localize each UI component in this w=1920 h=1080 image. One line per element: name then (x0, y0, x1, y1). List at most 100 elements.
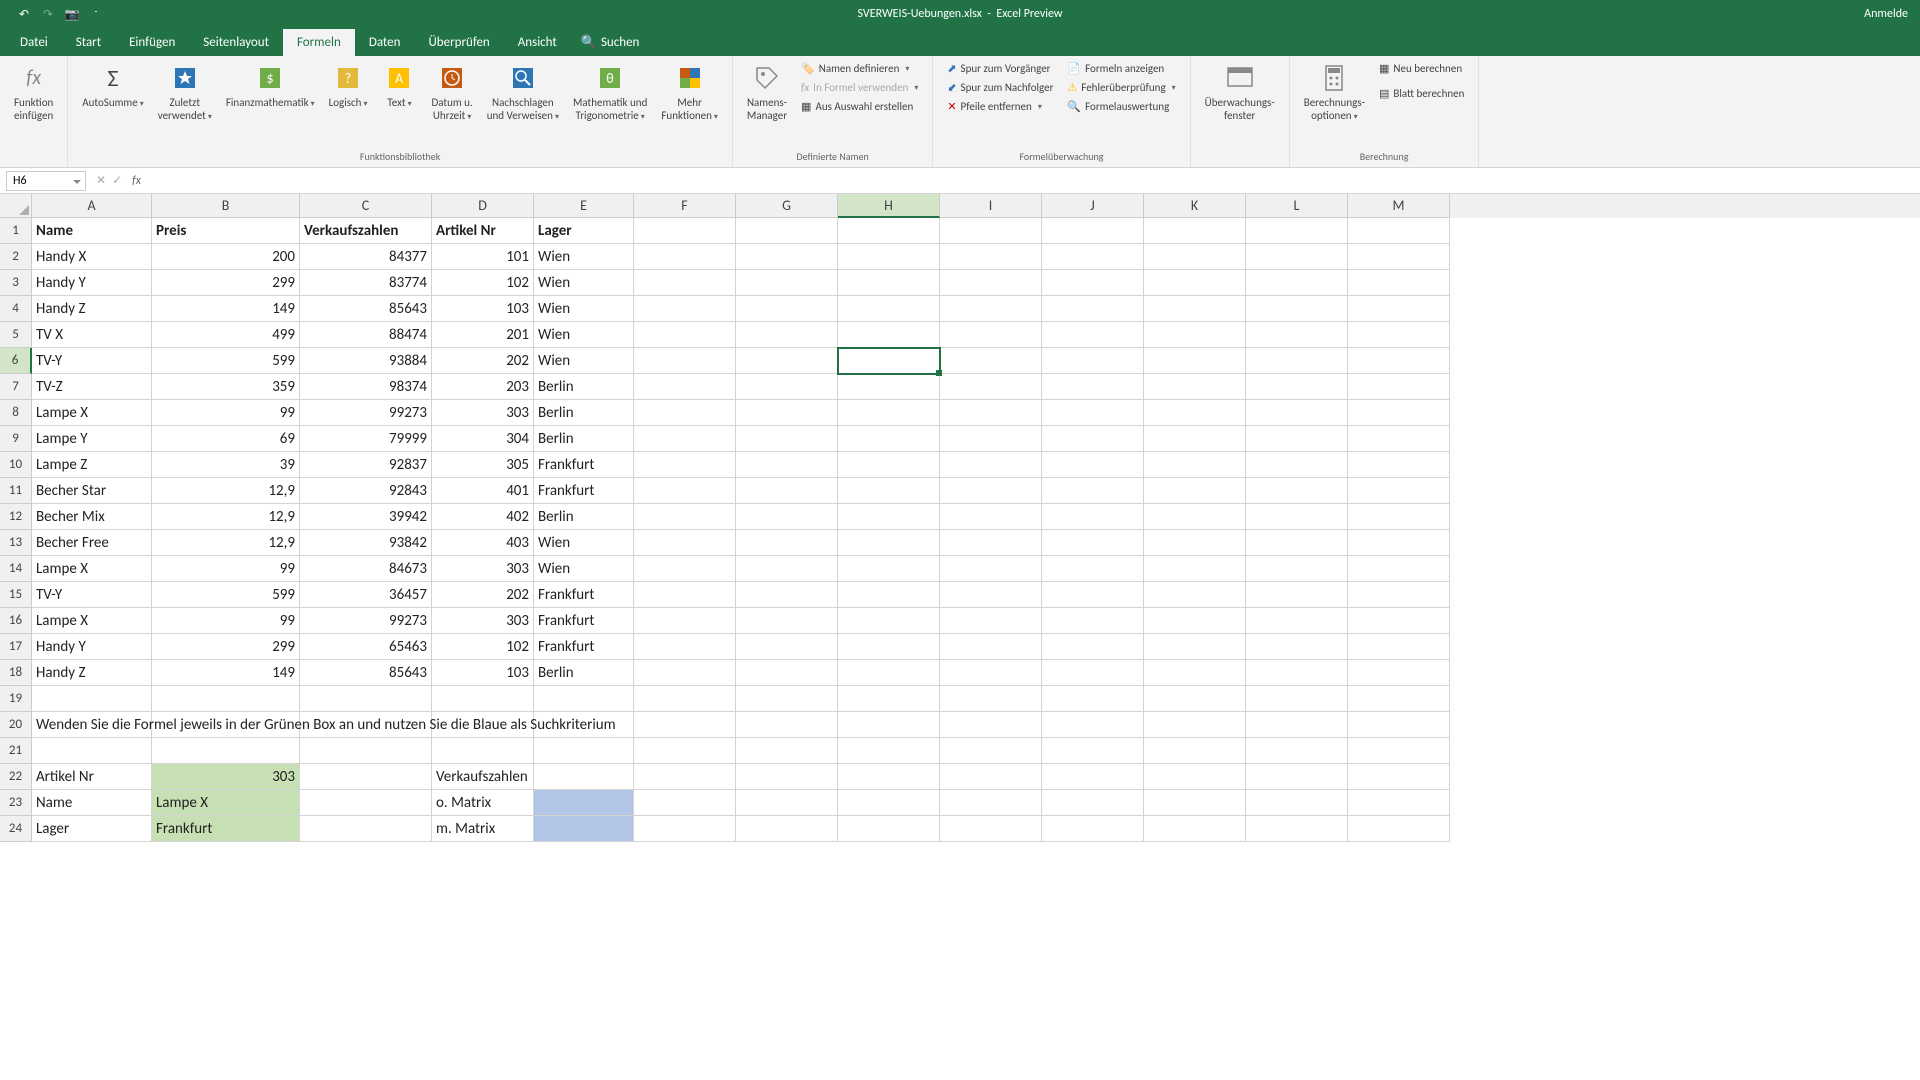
cell[interactable] (1144, 712, 1246, 738)
cell[interactable]: 83774 (300, 270, 432, 296)
cell[interactable] (940, 608, 1042, 634)
cell[interactable] (838, 790, 940, 816)
cell[interactable] (838, 296, 940, 322)
cell[interactable]: Berlin (534, 426, 634, 452)
cell[interactable] (1144, 738, 1246, 764)
cell[interactable] (634, 504, 736, 530)
cell[interactable] (1348, 374, 1450, 400)
cell[interactable]: Wien (534, 530, 634, 556)
select-all-corner[interactable] (0, 194, 32, 218)
name-box[interactable]: H6 (6, 171, 86, 191)
cell[interactable]: Lampe X (152, 790, 300, 816)
cell[interactable] (1042, 348, 1144, 374)
row-header[interactable]: 2 (0, 244, 32, 270)
cell[interactable] (1348, 244, 1450, 270)
tab-daten[interactable]: Daten (355, 29, 415, 56)
autosum-button[interactable]: Σ AutoSumme▾ (78, 60, 147, 112)
cell[interactable]: Lampe X (32, 400, 152, 426)
cell[interactable] (838, 426, 940, 452)
cell[interactable]: Frankfurt (534, 452, 634, 478)
row-header[interactable]: 21 (0, 738, 32, 764)
cell[interactable] (736, 634, 838, 660)
cell[interactable]: 403 (432, 530, 534, 556)
cell[interactable] (736, 660, 838, 686)
cell[interactable] (940, 426, 1042, 452)
cell[interactable] (940, 244, 1042, 270)
cell[interactable] (634, 634, 736, 660)
fx-label-icon[interactable]: fx (132, 174, 147, 188)
formula-input[interactable] (147, 171, 1920, 191)
cell[interactable] (736, 816, 838, 842)
cell[interactable]: Handy X (32, 244, 152, 270)
cell[interactable] (1348, 712, 1450, 738)
cell[interactable] (838, 556, 940, 582)
cell[interactable] (1348, 530, 1450, 556)
cell[interactable] (1042, 582, 1144, 608)
cell[interactable] (1348, 738, 1450, 764)
cell[interactable] (1246, 218, 1348, 244)
cell[interactable]: Preis (152, 218, 300, 244)
cell[interactable] (634, 660, 736, 686)
cell[interactable] (736, 556, 838, 582)
cell[interactable]: Artikel Nr (32, 764, 152, 790)
cell[interactable]: TV-Y (32, 348, 152, 374)
cell[interactable] (736, 244, 838, 270)
cell[interactable] (736, 478, 838, 504)
cell[interactable] (1144, 426, 1246, 452)
cell[interactable] (1348, 322, 1450, 348)
cell[interactable]: Name (32, 790, 152, 816)
col-header-A[interactable]: A (32, 194, 152, 218)
cell[interactable] (940, 712, 1042, 738)
cell[interactable] (634, 530, 736, 556)
cell[interactable]: 98374 (300, 374, 432, 400)
cell[interactable] (634, 790, 736, 816)
cell[interactable] (1348, 608, 1450, 634)
calc-now-button[interactable]: ▦Neu berechnen (1375, 60, 1468, 77)
cell[interactable] (634, 400, 736, 426)
cell[interactable] (1042, 322, 1144, 348)
financial-button[interactable]: $ Finanzmathematik▾ (222, 60, 319, 112)
cell[interactable]: 203 (432, 374, 534, 400)
cell[interactable] (1348, 426, 1450, 452)
cell[interactable] (736, 738, 838, 764)
cell[interactable] (940, 504, 1042, 530)
cell[interactable]: 93884 (300, 348, 432, 374)
cell[interactable]: 149 (152, 296, 300, 322)
cell[interactable] (534, 816, 634, 842)
cell[interactable] (736, 790, 838, 816)
cell[interactable]: 99 (152, 608, 300, 634)
cell[interactable]: 202 (432, 348, 534, 374)
row-header[interactable]: 16 (0, 608, 32, 634)
cell[interactable]: Frankfurt (534, 608, 634, 634)
eval-formula-button[interactable]: 🔍Formelauswertung (1063, 98, 1179, 115)
cell[interactable]: Frankfurt (534, 634, 634, 660)
show-formulas-button[interactable]: 📄Formeln anzeigen (1063, 60, 1179, 77)
cell[interactable]: Verkaufszahlen (432, 764, 534, 790)
cell[interactable] (940, 270, 1042, 296)
cell[interactable] (1246, 374, 1348, 400)
recent-button[interactable]: Zuletzt verwendet▾ (154, 60, 216, 125)
cell[interactable] (1144, 322, 1246, 348)
calc-sheet-button[interactable]: ▤Blatt berechnen (1375, 85, 1468, 102)
cell[interactable] (1144, 452, 1246, 478)
cell[interactable] (1246, 816, 1348, 842)
cell[interactable] (736, 218, 838, 244)
from-selection-button[interactable]: ▦Aus Auswahl erstellen (797, 98, 922, 115)
cell[interactable]: Becher Free (32, 530, 152, 556)
row-header[interactable]: 5 (0, 322, 32, 348)
cell[interactable] (838, 348, 940, 374)
remove-arrows-button[interactable]: ✕Pfeile entfernen▾ (943, 98, 1057, 115)
cell[interactable] (1144, 764, 1246, 790)
row-header[interactable]: 1 (0, 218, 32, 244)
cell[interactable]: 12,9 (152, 504, 300, 530)
cell[interactable] (1144, 244, 1246, 270)
spreadsheet-grid[interactable]: A B C D E F G H I J K L M 1NamePreisVerk… (0, 194, 1920, 842)
cell[interactable] (1144, 504, 1246, 530)
cell[interactable] (1042, 218, 1144, 244)
cell[interactable]: Lager (534, 218, 634, 244)
cell[interactable] (634, 478, 736, 504)
cell[interactable] (1042, 504, 1144, 530)
cell[interactable] (1246, 296, 1348, 322)
cell[interactable] (1042, 660, 1144, 686)
cell[interactable] (940, 400, 1042, 426)
